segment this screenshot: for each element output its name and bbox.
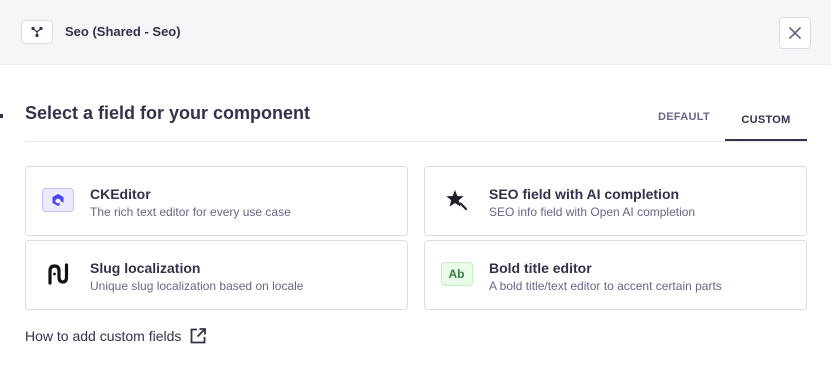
ab-icon: Ab [440, 262, 473, 286]
field-title: SEO field with AI completion [489, 186, 680, 202]
left-edge-mark [0, 114, 3, 118]
custom-fields-help-link[interactable]: How to add custom fields [25, 327, 207, 345]
modal-title: Seo (Shared - Seo) [65, 24, 181, 39]
close-icon [789, 27, 801, 39]
field-description: The rich text editor for every use case [90, 205, 291, 219]
field-title: Bold title editor [489, 260, 592, 276]
ckeditor-icon [41, 188, 74, 212]
component-branch-icon [21, 20, 53, 44]
section-title: Select a field for your component [25, 103, 311, 123]
external-link-icon [189, 327, 207, 345]
star-wand-icon [445, 190, 467, 211]
field-description: SEO info field with Open AI completion [489, 205, 696, 219]
close-button[interactable] [779, 17, 811, 49]
field-description: A bold title/text editor to accent certa… [489, 279, 722, 293]
field-description: Unique slug localization based on locale [90, 279, 304, 293]
help-link-label: How to add custom fields [25, 328, 182, 344]
field-card-bold-title-editor[interactable]: Ab Bold title editor A bold title/text e… [424, 240, 807, 310]
tab-custom[interactable]: CUSTOM [725, 101, 807, 141]
field-title: Slug localization [90, 260, 201, 276]
modal-header: Seo (Shared - Seo) [0, 0, 831, 65]
field-card-slug-localization[interactable]: Slug localization Unique slug localizati… [25, 240, 408, 310]
add-field-modal: Seo (Shared - Seo) Select a field for yo… [0, 0, 831, 369]
field-card-ckeditor[interactable]: CKEditor The rich text editor for every … [25, 166, 408, 236]
field-card-seo-ai[interactable]: SEO field with AI completion SEO info fi… [424, 166, 807, 236]
field-title: CKEditor [90, 186, 151, 202]
slug-icon [47, 263, 68, 285]
tab-default[interactable]: DEFAULT [645, 101, 723, 133]
tabs-divider [25, 141, 807, 142]
